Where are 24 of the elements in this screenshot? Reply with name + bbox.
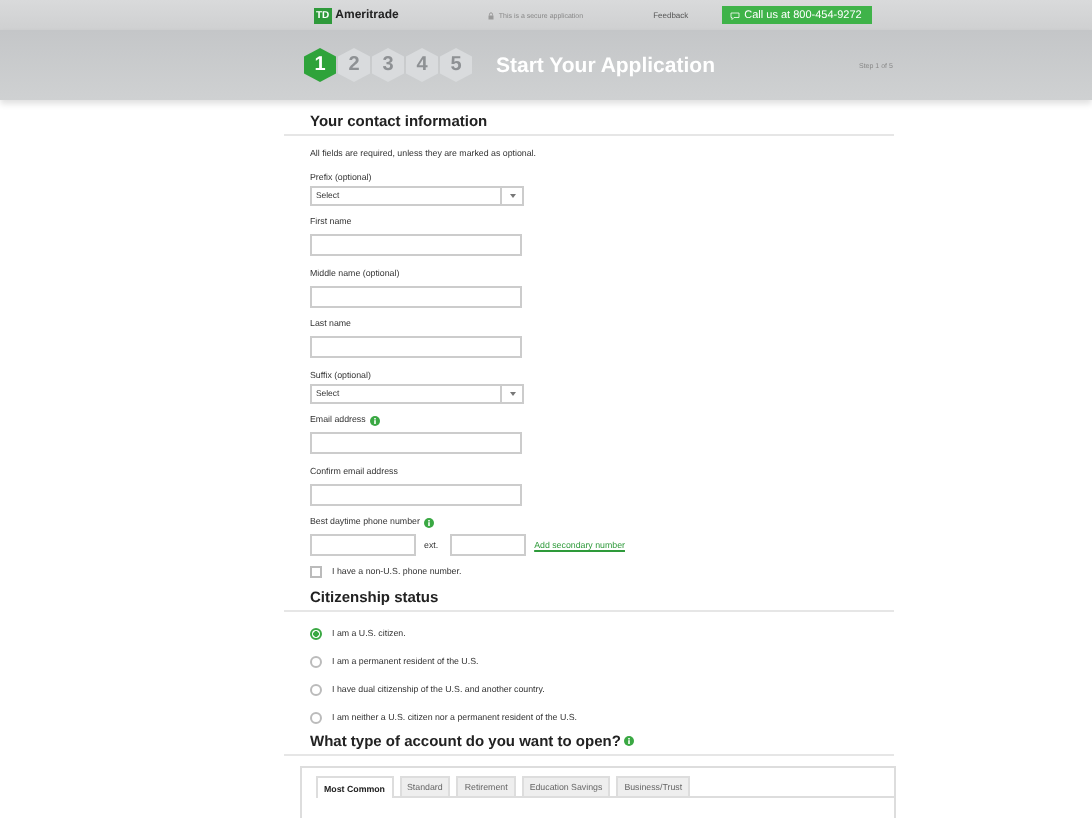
checkbox[interactable] bbox=[310, 566, 322, 578]
input-field[interactable] bbox=[310, 336, 522, 358]
step-marker: 2 bbox=[338, 48, 370, 82]
info-icon[interactable] bbox=[369, 415, 380, 425]
input-field[interactable] bbox=[310, 483, 522, 505]
caret-icon bbox=[509, 193, 515, 197]
radio-button[interactable] bbox=[310, 712, 322, 724]
lock-icon bbox=[488, 11, 495, 19]
caret-icon bbox=[509, 391, 515, 395]
radio-button[interactable] bbox=[310, 656, 322, 668]
input-field[interactable] bbox=[310, 285, 522, 307]
radio-button[interactable] bbox=[310, 628, 322, 640]
step-marker: 4 bbox=[406, 48, 438, 82]
input-field[interactable] bbox=[310, 234, 522, 256]
input-field[interactable] bbox=[450, 534, 527, 556]
info-icon[interactable] bbox=[624, 736, 635, 746]
input-field[interactable] bbox=[310, 534, 416, 556]
step-marker: 3 bbox=[372, 48, 404, 82]
step-marker: 5 bbox=[440, 48, 472, 82]
step-marker: 1 bbox=[304, 48, 336, 82]
input-field[interactable] bbox=[310, 432, 522, 454]
chat-icon bbox=[730, 11, 741, 19]
info-icon[interactable] bbox=[423, 517, 434, 527]
radio-button[interactable] bbox=[310, 684, 322, 696]
